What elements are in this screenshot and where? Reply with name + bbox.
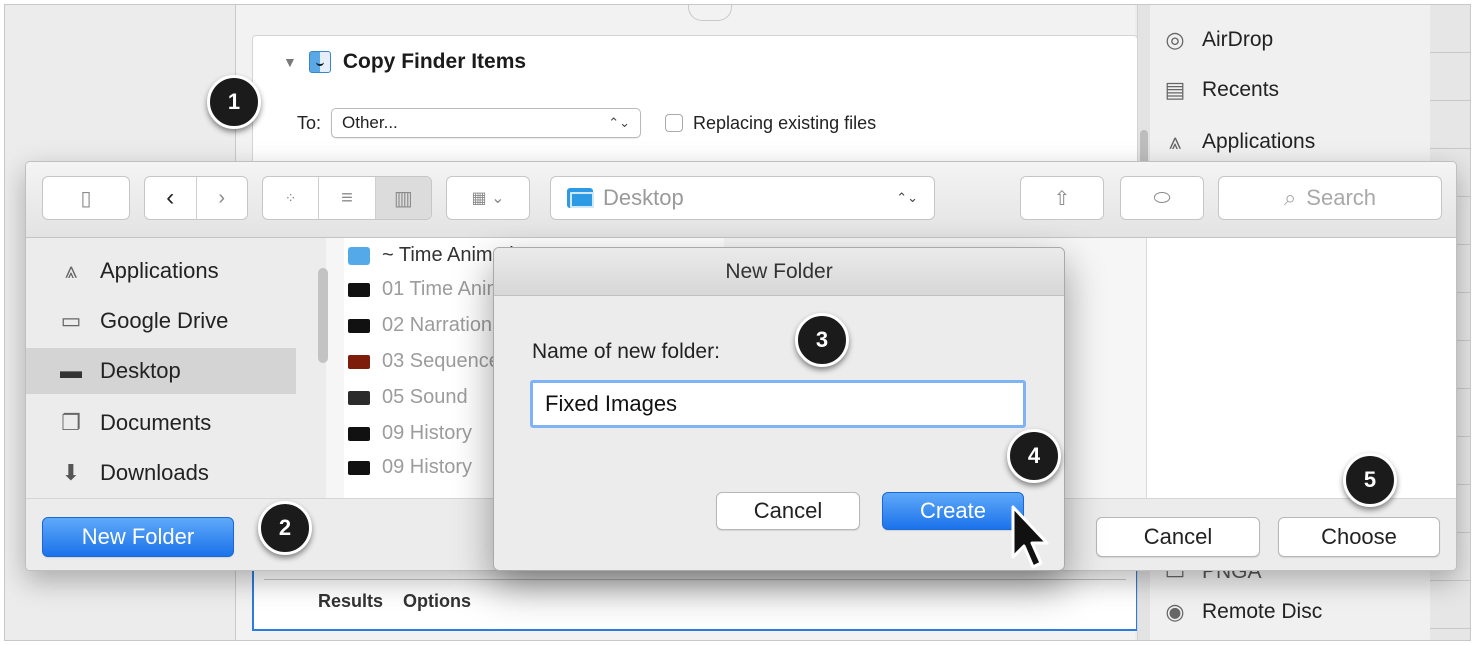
destination-row: To: Other... ⌃⌄ Replacing existing files <box>297 108 876 138</box>
video-thumbnail-icon <box>348 282 370 297</box>
updown-arrows-icon: ⌃⌄ <box>896 190 918 205</box>
recents-icon: ▤ <box>1164 77 1186 102</box>
file-name: 02 Narration <box>382 314 493 336</box>
location-label: Desktop <box>603 185 684 210</box>
copy-finder-items-action: ▼ Copy Finder Items To: Other... ⌃⌄ Repl… <box>252 35 1138 165</box>
create-button[interactable]: Create <box>882 492 1024 530</box>
tab-results[interactable]: Results <box>318 591 383 612</box>
documents-icon: ❐ <box>61 410 81 435</box>
screenshot-frame: ▼ Copy Finder Items To: Other... ⌃⌄ Repl… <box>4 4 1471 641</box>
downloads-icon: ⬇ <box>61 460 81 485</box>
dialog-title: New Folder <box>494 248 1064 296</box>
sidebar-item-airdrop[interactable]: ◎ AirDrop <box>1160 25 1273 55</box>
sidebar-item-label: Google Drive <box>100 308 229 333</box>
sidebar-item-label: Applications <box>1202 130 1316 153</box>
sidebar-item-applications[interactable]: ⩓ Applications <box>1160 127 1315 157</box>
sidebar-item-label: Recents <box>1202 78 1280 101</box>
remote-disc-icon: ◉ <box>1165 599 1185 624</box>
view-mode-control[interactable]: ⁘ ≡ ▥ <box>262 176 432 220</box>
destination-popup[interactable]: Other... ⌃⌄ <box>331 108 642 138</box>
group-icon: ▦ ⌄ <box>471 190 505 207</box>
folder-name-input[interactable]: Fixed Images <box>530 380 1026 428</box>
location-popup[interactable]: Desktop ⌃⌄ <box>550 176 935 220</box>
new-folder-button[interactable]: New Folder <box>42 517 234 557</box>
applications-icon: ⩓ <box>1168 129 1182 154</box>
sidebar-item-applications[interactable]: ⩓ Applications <box>56 248 326 294</box>
updown-arrows-icon: ⌃⌄ <box>608 115 631 130</box>
sidebar-item-label: Desktop <box>100 358 181 383</box>
desktop-icon: ▬ <box>60 358 82 383</box>
sidebar-item-label: Documents <box>100 410 212 435</box>
desktop-folder-icon <box>567 188 594 208</box>
back-forward-control[interactable]: ‹ › <box>144 176 248 220</box>
to-label: To: <box>297 112 322 133</box>
sidebar-item-desktop[interactable]: ▬ Desktop <box>26 348 296 394</box>
choose-button[interactable]: Choose <box>1278 517 1440 557</box>
callout-3: 3 <box>795 313 849 367</box>
search-icon: ⌕ <box>1283 185 1297 210</box>
tab-notch <box>688 5 732 21</box>
mouse-pointer-icon <box>1011 505 1049 569</box>
video-thumbnail-icon <box>348 426 370 441</box>
arrange-button[interactable]: ▦ ⌄ <box>446 176 530 220</box>
sidebar-item-downloads[interactable]: ⬇ Downloads <box>56 450 326 496</box>
share-icon: ⇧ <box>1053 187 1071 210</box>
destination-value: Other... <box>342 113 398 132</box>
divider <box>264 579 1126 580</box>
folder-name-label: Name of new folder: <box>532 340 720 363</box>
tag-icon: ⬭ <box>1153 186 1171 209</box>
search-placeholder: Search <box>1306 185 1377 210</box>
sidebar-scrollbar[interactable] <box>318 268 328 363</box>
icon-view-icon[interactable]: ⁘ <box>263 177 320 219</box>
applications-icon: ⩓ <box>64 258 78 283</box>
preview-column <box>1146 238 1456 498</box>
folder-icon: ▭ <box>60 308 82 333</box>
sidebar-toggle-button[interactable]: ▯ <box>42 176 130 220</box>
disclosure-triangle-icon[interactable]: ▼ <box>283 54 297 70</box>
file-name: 05 Sound <box>382 386 468 408</box>
search-field[interactable]: ⌕ Search <box>1218 176 1442 220</box>
file-name: 03 Sequence <box>382 350 500 372</box>
panel-toolbar: ▯ ‹ › ⁘ ≡ ▥ ▦ ⌄ Desktop ⌃⌄ ⇧ ⬭ ⌕ Search <box>26 162 1456 238</box>
share-button[interactable]: ⇧ <box>1020 176 1104 220</box>
callout-2: 2 <box>258 501 312 555</box>
dialog-cancel-button[interactable]: Cancel <box>716 492 860 530</box>
sidebar-item-remote-disc[interactable]: ◉ Remote Disc <box>1160 597 1322 627</box>
sidebar-item-label: Downloads <box>100 460 209 485</box>
callout-4: 4 <box>1007 429 1061 483</box>
action-title: Copy Finder Items <box>342 50 527 73</box>
callout-1: 1 <box>207 75 261 129</box>
forward-icon[interactable]: › <box>197 177 248 219</box>
video-thumbnail-icon <box>348 390 370 405</box>
video-thumbnail-icon <box>348 354 370 369</box>
sidebar-item-label: Remote Disc <box>1202 600 1323 623</box>
replacing-label: Replacing existing files <box>693 112 877 133</box>
folder-icon <box>348 246 370 265</box>
column-view-icon[interactable]: ▥ <box>375 177 431 219</box>
list-view-icon[interactable]: ≡ <box>319 177 376 219</box>
sidebar-item-google-drive[interactable]: ▭ Google Drive <box>56 298 326 344</box>
cancel-button[interactable]: Cancel <box>1096 517 1260 557</box>
file-name: 09 History <box>382 422 473 444</box>
video-thumbnail-icon <box>348 460 370 475</box>
video-thumbnail-icon <box>348 318 370 333</box>
sidebar-item-recents[interactable]: ▤ Recents <box>1160 75 1279 105</box>
finder-icon <box>308 51 331 73</box>
action-header[interactable]: ▼ Copy Finder Items <box>283 50 526 74</box>
tag-button[interactable]: ⬭ <box>1120 176 1204 220</box>
results-options-bar: Results Options <box>252 561 1138 631</box>
new-folder-dialog: New Folder Name of new folder: Fixed Ima… <box>493 247 1065 571</box>
sidebar-toggle-icon: ▯ <box>80 187 92 210</box>
sidebar-item-label: AirDrop <box>1202 28 1274 51</box>
file-name: 09 History <box>382 456 473 478</box>
back-icon[interactable]: ‹ <box>145 177 197 219</box>
sidebar-item-label: Applications <box>100 258 219 283</box>
tab-options[interactable]: Options <box>403 591 471 612</box>
replacing-checkbox[interactable] <box>665 114 684 132</box>
callout-5: 5 <box>1343 453 1397 507</box>
sidebar-item-documents[interactable]: ❐ Documents <box>56 400 326 446</box>
airdrop-icon: ◎ <box>1165 27 1185 52</box>
